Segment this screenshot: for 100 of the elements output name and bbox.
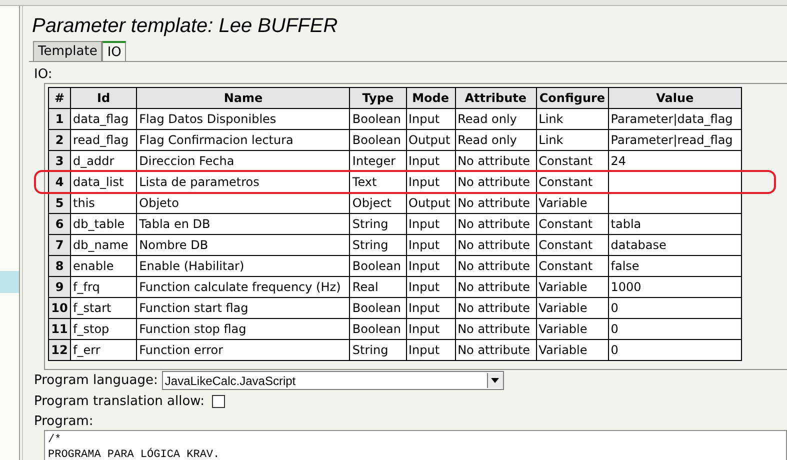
table-cell: Parameter|read_flag (608, 130, 742, 150)
table-cell: Output (406, 192, 456, 214)
table-cell: Parameter|data_flag (608, 108, 742, 130)
table-cell: Boolean (350, 318, 406, 340)
field-label: Program translation allow: (34, 394, 204, 409)
table-cell: data_list (70, 172, 137, 192)
table-cell: Constant (536, 256, 608, 276)
table-cell: 8 (48, 256, 71, 276)
table-cell: 3 (48, 150, 71, 172)
table-cell: 5 (48, 192, 71, 214)
table-cell: 9 (48, 276, 71, 298)
table-cell: Flag Datos Disponibles (136, 108, 350, 130)
table-cell: this (70, 192, 137, 214)
table-cell: f_stop (70, 318, 137, 340)
column-header: Value (608, 88, 742, 108)
code-editor[interactable]: /* PROGRAMA PARA LÓGICA KRAV. (44, 430, 787, 460)
table-cell: Constant (536, 214, 608, 234)
table-cell: No attribute (455, 234, 536, 256)
table-cell: Link (536, 108, 608, 130)
table-cell: No attribute (455, 256, 536, 276)
table-cell: Text (350, 172, 406, 192)
table-cell: 7 (48, 234, 71, 256)
section-label: IO: (34, 67, 54, 82)
table-cell: 1000 (608, 276, 742, 298)
table-cell: String (350, 340, 406, 360)
table-cell: Input (406, 256, 456, 276)
table-cell: tabla (608, 214, 742, 234)
table-cell: Input (406, 234, 456, 256)
window-title: Parameter template: Lee BUFFER (31, 14, 339, 39)
table-cell: Real (350, 276, 406, 298)
table-cell: No attribute (455, 340, 536, 360)
column-header: Attribute (455, 88, 536, 108)
table-cell: f_err (70, 340, 137, 360)
table-cell: 4 (48, 172, 71, 192)
table-cell: Variable (536, 318, 608, 340)
table-cell: data_flag (70, 108, 137, 130)
table-cell: Boolean (350, 256, 406, 276)
table-cell: Input (406, 318, 456, 340)
table-cell: d_addr (70, 150, 137, 172)
column-header: Name (136, 88, 350, 108)
table-cell: Tabla en DB (136, 214, 350, 234)
table-cell: 6 (48, 214, 71, 234)
table-cell: db_table (70, 214, 137, 234)
table-cell: f_frq (70, 276, 137, 298)
column-header: Type (350, 88, 406, 108)
table-cell: Constant (536, 150, 608, 172)
table-cell: Input (406, 340, 456, 360)
table-cell: Input (406, 298, 456, 318)
table-cell: Link (536, 130, 608, 150)
table-cell: Objeto (136, 192, 350, 214)
table-cell: Function error (136, 340, 350, 360)
table-cell: String (350, 234, 406, 256)
table-cell: Input (406, 108, 456, 130)
table-cell: 0 (608, 340, 742, 360)
tab[interactable]: Template (33, 41, 102, 61)
table-cell: No attribute (455, 298, 536, 318)
table-cell: Flag Confirmacion lectura (136, 130, 350, 150)
table-cell: 0 (608, 298, 742, 318)
table-cell: 0 (608, 318, 742, 340)
checkbox[interactable] (212, 395, 226, 408)
table-cell: Boolean (350, 298, 406, 318)
table-cell: Input (406, 276, 456, 298)
column-header: # (48, 88, 71, 108)
field-label: Program language: (34, 373, 158, 388)
table-cell: No attribute (455, 276, 536, 298)
field-label: Program: (34, 413, 94, 430)
table-cell: Function calculate frequency (Hz) (136, 276, 350, 298)
table-cell: No attribute (455, 214, 536, 234)
table-cell: Function start flag (136, 298, 350, 318)
table-cell: Enable (Habilitar) (136, 256, 350, 276)
table-cell: Variable (536, 340, 608, 360)
column-header: Mode (406, 88, 456, 108)
table-cell: f_start (70, 298, 137, 318)
language-dropdown[interactable]: JavaLikeCalc.JavaScript (162, 371, 504, 390)
table-cell: read_flag (70, 130, 137, 150)
table-cell: String (350, 214, 406, 234)
table-cell: Function stop flag (136, 318, 350, 340)
table-cell: Nombre DB (136, 234, 350, 256)
table-cell: Output (406, 130, 456, 150)
column-header: Id (70, 88, 137, 108)
table-cell: database (608, 234, 742, 256)
table-cell: 11 (48, 318, 71, 340)
table-cell: Variable (536, 276, 608, 298)
table-cell: No attribute (455, 318, 536, 340)
table-cell: 1 (48, 108, 71, 130)
table-cell: Read only (455, 108, 536, 130)
table-cell: 10 (48, 298, 71, 318)
tab[interactable]: IO (102, 41, 126, 61)
table-cell: false (608, 256, 742, 276)
table-cell: Variable (536, 298, 608, 318)
table-cell: Constant (536, 172, 608, 192)
table-cell: Object (350, 192, 406, 214)
table-cell: 12 (48, 340, 71, 360)
table-cell: db_name (70, 234, 137, 256)
table-cell: Boolean (350, 108, 406, 130)
table-cell: Input (406, 214, 456, 234)
table-cell: Read only (455, 130, 536, 150)
table-cell: enable (70, 256, 137, 276)
table-cell: No attribute (455, 192, 536, 214)
table-cell: Boolean (350, 130, 406, 150)
